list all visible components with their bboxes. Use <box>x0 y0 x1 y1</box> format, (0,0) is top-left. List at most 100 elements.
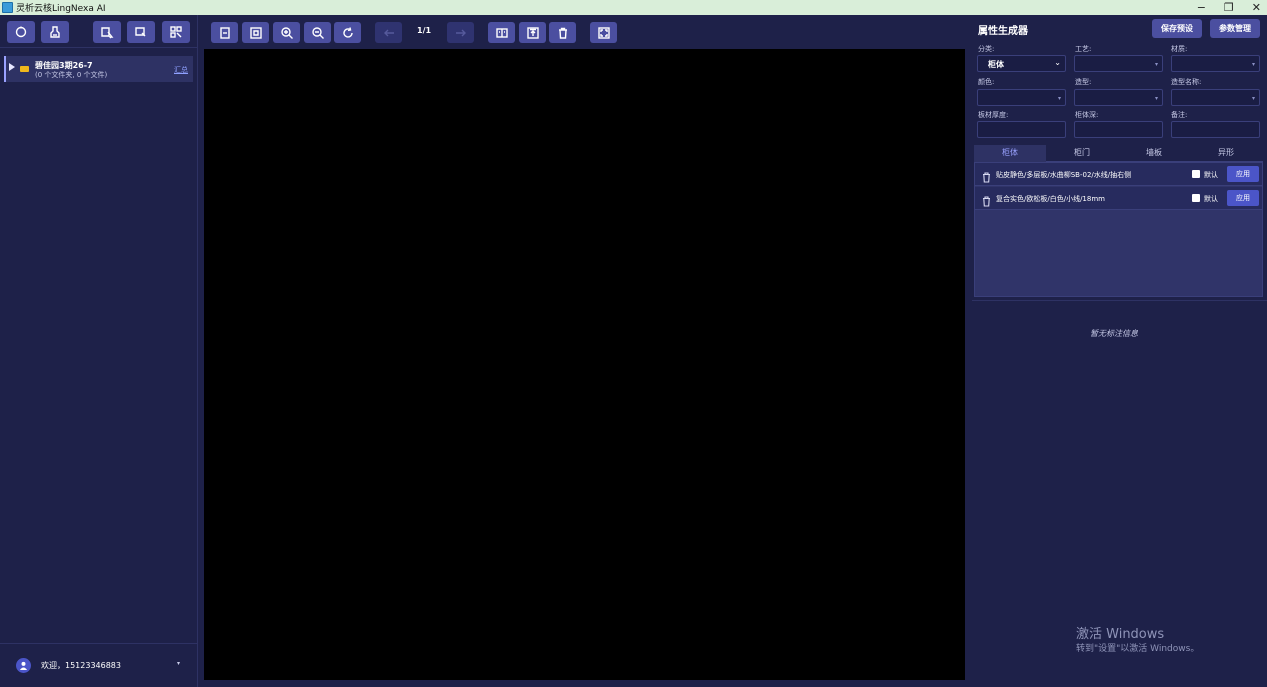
category-select[interactable]: 柜体 ⌄ <box>977 55 1066 72</box>
chevron-down-icon: ▾ <box>1251 61 1255 68</box>
fullscreen-icon <box>597 26 610 39</box>
chevron-down-icon: ▾ <box>1154 61 1158 68</box>
welcome-text: 欢迎，15123346883 <box>41 661 121 670</box>
default-checkbox[interactable] <box>1192 170 1200 178</box>
select-folder-button[interactable] <box>127 21 155 43</box>
left-toolbar <box>0 15 198 48</box>
fullscreen-button[interactable] <box>590 22 617 43</box>
material-label: 材质: <box>1171 45 1188 53</box>
refresh-button[interactable] <box>7 21 35 43</box>
summary-link[interactable]: 汇总 <box>174 65 188 75</box>
cleanup-button[interactable] <box>41 21 69 43</box>
viewer-toolbar: 1/1 <box>199 15 969 48</box>
fit-width-button[interactable] <box>242 22 269 43</box>
category-tabs: 柜体 柜门 墙板 异形 <box>974 145 1263 162</box>
board-thickness-input[interactable] <box>977 121 1066 138</box>
divider <box>972 300 1267 301</box>
zoom-in-icon <box>280 26 293 39</box>
fit-width-icon <box>249 26 262 39</box>
select-file-icon <box>101 27 114 39</box>
close-button[interactable]: ✕ <box>1252 1 1261 14</box>
save-preset-button[interactable]: 保存预设 <box>1152 19 1202 38</box>
next-page-icon <box>455 29 466 36</box>
zoom-in-button[interactable] <box>273 22 300 43</box>
cabinet-depth-label: 柜体深: <box>1075 111 1099 119</box>
app-icon <box>2 2 13 13</box>
preset-text: 贴皮静色/多层板/水曲柳SB-02/水线/抽右侧 <box>996 171 1132 179</box>
delete-icon <box>558 27 567 39</box>
delete-button[interactable] <box>549 22 576 43</box>
tree-item-count: (0 个文件夹, 0 个文件) <box>35 71 108 79</box>
chevron-down-icon: ⌄ <box>1054 58 1061 67</box>
note-label: 备注: <box>1171 111 1188 119</box>
refresh-icon <box>15 26 27 38</box>
page-indicator: 1/1 <box>417 26 432 35</box>
property-panel: 属性生成器 保存预设 参数管理 分类: 柜体 ⌄ 工艺: ▾ 材质: ▾ 颜色:… <box>972 15 1267 687</box>
restore-button[interactable]: ❐ <box>1224 1 1234 14</box>
minimize-button[interactable]: − <box>1197 1 1206 14</box>
expand-arrow-icon[interactable] <box>9 63 15 71</box>
scan-icon <box>170 26 182 38</box>
window-title: 灵析云核LingNexa AI <box>16 4 106 14</box>
panel-title: 属性生成器 <box>978 26 1028 37</box>
export-icon <box>526 26 539 39</box>
next-page-button[interactable] <box>447 22 474 43</box>
cleanup-icon <box>50 26 60 38</box>
preset-text: 复合实色/欧松板/白色/小线/18mm <box>996 195 1105 203</box>
tab-special-shape[interactable]: 异形 <box>1190 145 1262 162</box>
color-label: 颜色: <box>978 78 995 86</box>
left-panel: 碧佳园3期26-7 (0 个文件夹, 0 个文件) 汇总 欢迎，15123346… <box>0 15 198 687</box>
default-label: 默认 <box>1204 171 1218 179</box>
tree-item-project[interactable]: 碧佳园3期26-7 (0 个文件夹, 0 个文件) 汇总 <box>4 56 193 82</box>
compare-icon <box>495 27 508 38</box>
note-input[interactable] <box>1171 121 1260 138</box>
prev-page-icon <box>383 29 394 36</box>
cabinet-depth-input[interactable] <box>1074 121 1163 138</box>
tab-wall-panel[interactable]: 墙板 <box>1118 145 1190 162</box>
window-controls: − ❐ ✕ <box>1197 0 1261 15</box>
viewer-panel: 1/1 <box>199 15 969 687</box>
fit-page-icon <box>219 26 230 39</box>
apply-button[interactable]: 应用 <box>1227 166 1259 182</box>
compare-button[interactable] <box>488 22 515 43</box>
tab-cabinet[interactable]: 柜体 <box>974 145 1046 162</box>
process-label: 工艺: <box>1075 45 1092 53</box>
shape-name-select[interactable]: ▾ <box>1171 89 1260 106</box>
rotate-button[interactable] <box>334 22 361 43</box>
color-select[interactable]: ▾ <box>977 89 1066 106</box>
user-bar[interactable]: 欢迎，15123346883 ▾ <box>0 643 198 687</box>
preset-list: 贴皮静色/多层板/水曲柳SB-02/水线/抽右侧 默认 应用 复合实色/欧松板/… <box>974 162 1263 297</box>
window-titlebar: 灵析云核LingNexa AI − ❐ ✕ <box>0 0 1267 15</box>
param-manage-button[interactable]: 参数管理 <box>1210 19 1260 38</box>
default-label: 默认 <box>1204 195 1218 203</box>
zoom-out-button[interactable] <box>304 22 331 43</box>
apply-button[interactable]: 应用 <box>1227 190 1259 206</box>
zoom-out-icon <box>311 26 324 39</box>
chevron-down-icon: ▾ <box>1154 95 1158 102</box>
list-item[interactable]: 复合实色/欧松板/白色/小线/18mm 默认 应用 <box>975 187 1262 210</box>
select-file-button[interactable] <box>93 21 121 43</box>
shape-select[interactable]: ▾ <box>1074 89 1163 106</box>
default-checkbox[interactable] <box>1192 194 1200 202</box>
tab-door[interactable]: 柜门 <box>1046 145 1118 162</box>
process-select[interactable]: ▾ <box>1074 55 1163 72</box>
chevron-down-icon: ▾ <box>1251 95 1255 102</box>
trash-icon[interactable] <box>982 168 991 183</box>
user-icon <box>19 661 28 670</box>
list-item[interactable]: 贴皮静色/多层板/水曲柳SB-02/水线/抽右侧 默认 应用 <box>975 163 1262 186</box>
scan-button[interactable] <box>162 21 190 43</box>
chevron-down-icon: ▾ <box>1057 95 1061 102</box>
chevron-down-icon[interactable]: ▾ <box>177 660 180 667</box>
folder-icon <box>20 66 29 72</box>
prev-page-button[interactable] <box>375 22 402 43</box>
material-select[interactable]: ▾ <box>1171 55 1260 72</box>
export-button[interactable] <box>519 22 546 43</box>
activation-watermark-title: 激活 Windows <box>1076 627 1165 642</box>
activation-watermark-subtitle: 转到"设置"以激活 Windows。 <box>1076 644 1200 654</box>
select-folder-icon <box>135 27 146 37</box>
trash-icon[interactable] <box>982 192 991 207</box>
category-value: 柜体 <box>988 60 1004 69</box>
fit-page-button[interactable] <box>211 22 238 43</box>
document-canvas[interactable] <box>204 49 965 680</box>
empty-annotation-text: 暂无标注信息 <box>1090 329 1138 338</box>
